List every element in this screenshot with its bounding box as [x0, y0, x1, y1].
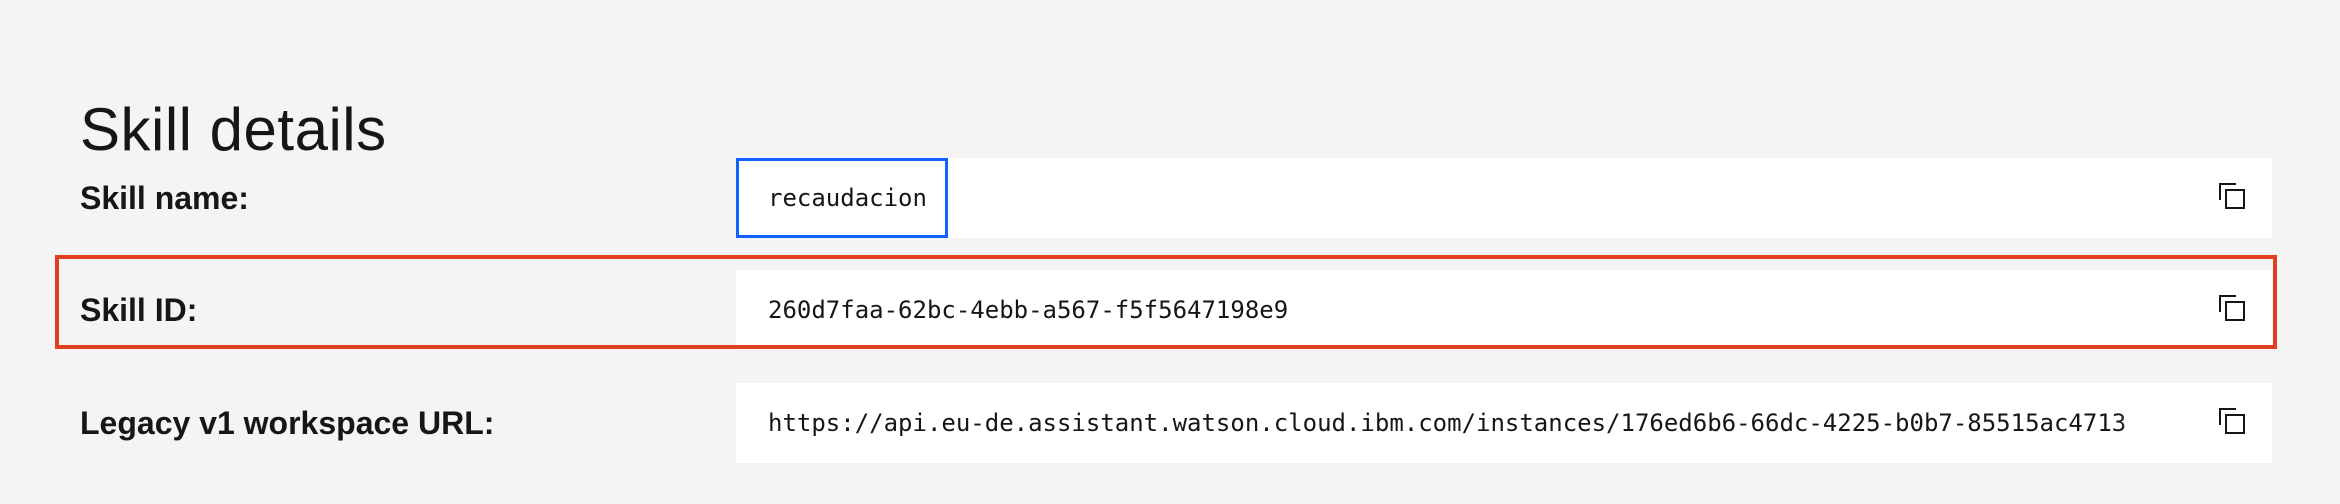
skill-id-value[interactable]: 260d7faa-62bc-4ebb-a567-f5f5647198e9	[768, 270, 2178, 350]
skill-name-label: Skill name:	[80, 180, 249, 216]
skill-id-label: Skill ID:	[80, 292, 198, 328]
copy-icon	[2216, 180, 2248, 217]
copy-skill-name-button[interactable]	[2208, 174, 2256, 222]
skill-id-row: Skill ID: 260d7faa-62bc-4ebb-a567-f5f564…	[0, 270, 2340, 350]
skill-name-value[interactable]: recaudacion	[768, 158, 2178, 238]
page-title: Skill details	[80, 96, 387, 164]
legacy-url-field[interactable]: https://api.eu-de.assistant.watson.cloud…	[736, 383, 2272, 463]
skill-id-field[interactable]: 260d7faa-62bc-4ebb-a567-f5f5647198e9	[736, 270, 2272, 350]
skill-name-row: Skill name: recaudacion	[0, 158, 2340, 238]
skill-name-field[interactable]: recaudacion	[736, 158, 2272, 238]
copy-skill-id-button[interactable]	[2208, 286, 2256, 334]
legacy-url-value[interactable]: https://api.eu-de.assistant.watson.cloud…	[768, 383, 2178, 463]
copy-icon	[2216, 405, 2248, 442]
copy-legacy-url-button[interactable]	[2208, 399, 2256, 447]
legacy-url-label: Legacy v1 workspace URL:	[80, 405, 495, 441]
legacy-url-row: Legacy v1 workspace URL: https://api.eu-…	[0, 383, 2340, 463]
copy-icon	[2216, 292, 2248, 329]
